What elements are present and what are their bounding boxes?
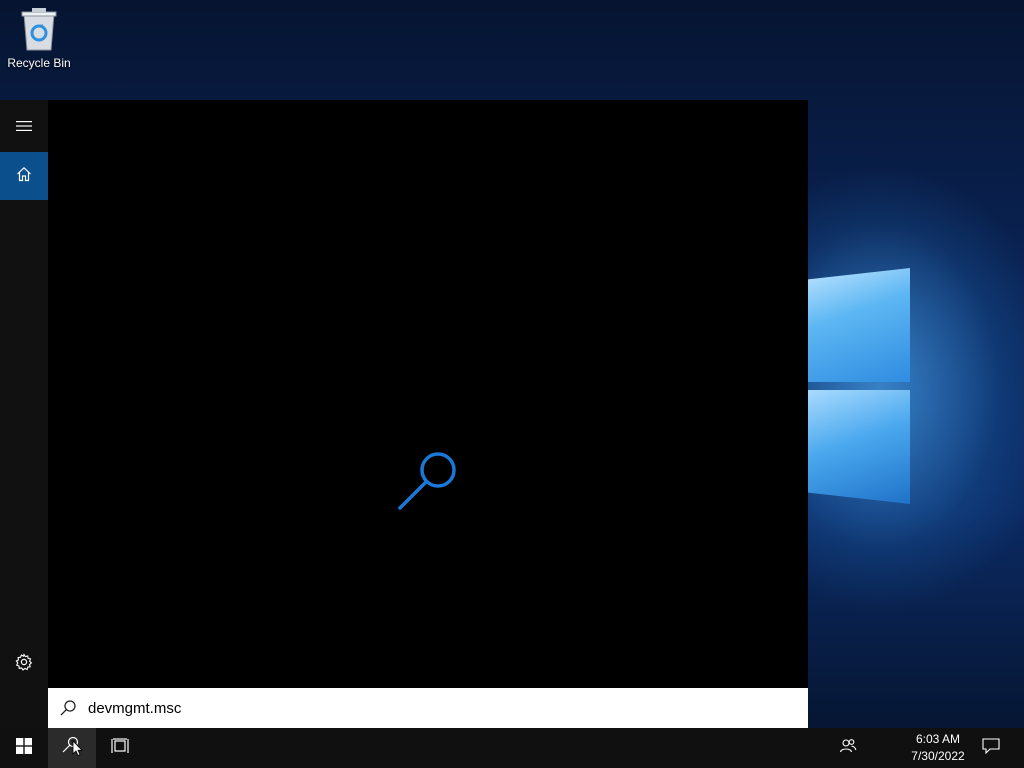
home-icon: [16, 166, 32, 187]
search-icon: [48, 699, 88, 717]
taskbar: 6:03 AM 7/30/2022: [0, 728, 1024, 768]
gear-icon: [15, 652, 33, 676]
people-button[interactable]: [824, 728, 872, 768]
windows-logo-pane-bottom: [808, 390, 910, 504]
action-center-icon: [982, 737, 1000, 759]
people-icon: [839, 738, 857, 759]
action-center-button[interactable]: [968, 728, 1014, 768]
start-rail: [0, 100, 48, 728]
search-input[interactable]: [88, 699, 688, 717]
menu-expand-button[interactable]: [0, 104, 48, 152]
taskbar-clock[interactable]: 6:03 AM 7/30/2022: [900, 728, 976, 768]
taskbar-search-button[interactable]: [48, 728, 96, 768]
settings-button[interactable]: [0, 640, 48, 688]
search-box[interactable]: [48, 688, 808, 728]
task-view-button[interactable]: [96, 728, 144, 768]
windows-logo-icon: [16, 737, 32, 759]
desktop-icon-recycle-bin[interactable]: Recycle Bin: [4, 6, 74, 70]
search-cursor-icon: [61, 736, 83, 761]
clock-date: 7/30/2022: [911, 749, 965, 763]
start-button[interactable]: [0, 728, 48, 768]
windows-logo-pane-top: [808, 268, 910, 382]
start-menu: [0, 100, 808, 728]
task-view-icon: [111, 737, 129, 759]
recycle-bin-icon: [19, 6, 59, 52]
desktop-icon-label: Recycle Bin: [7, 56, 71, 70]
clock-time: 6:03 AM: [915, 732, 961, 746]
search-loading-icon: [394, 444, 464, 519]
home-button[interactable]: [0, 152, 48, 200]
hamburger-icon: [16, 119, 32, 137]
